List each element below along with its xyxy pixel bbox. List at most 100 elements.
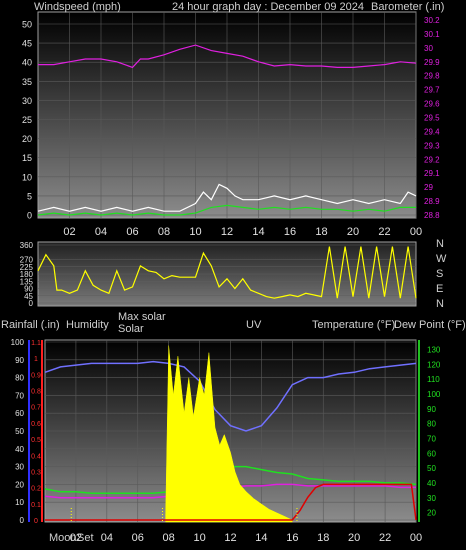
- rainfall-tick-label: 0.7: [31, 405, 41, 412]
- rainfall-tick-label: 0.1: [31, 502, 41, 509]
- temperature-axis-title: Temperature (°F): [312, 319, 395, 331]
- moonset-label: Set: [77, 532, 94, 544]
- compass-labels: N W S E N: [436, 238, 447, 310]
- barometer-axis-title: Barometer (.in): [371, 1, 444, 13]
- humidity-tick-label: 0: [20, 516, 25, 525]
- rainfall-tick-label: 1.1: [31, 340, 41, 347]
- wind-tick-label: 35: [22, 77, 32, 87]
- chart-title: 24 hour graph day : December 09 2024: [172, 1, 364, 13]
- barometer-tick-label: 29.2: [424, 155, 440, 164]
- barometer-tick-label: 30.2: [424, 16, 440, 25]
- rainfall-tick-label: 0: [34, 518, 38, 525]
- compass-label: W: [436, 253, 447, 265]
- compass-label: E: [436, 283, 443, 295]
- rainfall-tick-label: 0.4: [31, 453, 41, 460]
- barometer-tick-label: 29.7: [424, 86, 440, 95]
- x-tick-label: 20: [348, 532, 360, 544]
- wind-axis-title: Windspeed (mph): [34, 1, 121, 13]
- rainfall-tick-label: 0.5: [31, 437, 41, 444]
- wind-tick-label: 0: [27, 211, 32, 221]
- x-tick-label: 06: [126, 226, 138, 238]
- x-tick-label: 22: [378, 226, 390, 238]
- max-solar-label: Max solar: [118, 311, 166, 323]
- humidity-tick-label: 90: [15, 356, 24, 365]
- rainfall-tick-label: 0.9: [31, 372, 41, 379]
- x-tick-label: 00: [410, 226, 422, 238]
- uv-label: UV: [246, 319, 262, 331]
- wind-tick-label: 15: [22, 153, 32, 163]
- barometer-tick-label: 29: [424, 183, 433, 192]
- temperature-tick-label: 80: [427, 420, 436, 429]
- x-tick-label: 14: [252, 226, 264, 238]
- humidity-tick-label: 20: [15, 480, 24, 489]
- x-tick-label: 12: [221, 226, 233, 238]
- x-tick-label: 02: [63, 226, 75, 238]
- moon-label: Moon: [49, 532, 77, 544]
- temperature-tick-label: 110: [427, 375, 440, 384]
- compass-label: N: [436, 298, 444, 310]
- x-tick-label: 08: [158, 226, 170, 238]
- temperature-tick-label: 120: [427, 360, 441, 369]
- rainfall-axis-title: Rainfall (.in): [1, 319, 60, 331]
- barometer-tick-label: 29.8: [424, 72, 440, 81]
- x-tick-label: 08: [163, 532, 175, 544]
- x-tick-label: 16: [286, 532, 298, 544]
- rainfall-tick-label: 0.6: [31, 421, 41, 428]
- rainfall-tick-label: 0.2: [31, 486, 41, 493]
- temperature-tick-label: 30: [427, 494, 436, 503]
- wind-tick-label: 5: [27, 191, 32, 201]
- x-tick-label: 14: [255, 532, 267, 544]
- barometer-tick-label: 29.5: [424, 114, 440, 123]
- barometer-tick-label: 30: [424, 44, 433, 53]
- x-tick-label: 10: [193, 532, 205, 544]
- temperature-tick-label: 100: [427, 390, 441, 399]
- temperature-tick-label: 40: [427, 479, 436, 488]
- humidity-tick-label: 50: [15, 427, 24, 436]
- dewpoint-axis-title: Dew Point (°F): [394, 319, 466, 331]
- compass-label: N: [436, 238, 444, 250]
- temperature-tick-label: 60: [427, 449, 436, 458]
- temperature-tick-label: 130: [427, 345, 441, 354]
- barometer-tick-label: 29.9: [424, 58, 440, 67]
- temperature-tick-label: 90: [427, 405, 436, 414]
- humidity-tick-label: 40: [15, 445, 24, 454]
- weather-graph: Windspeed (mph) 24 hour graph day : Dece…: [1, 1, 466, 544]
- wind-tick-label: 50: [22, 20, 32, 30]
- x-tick-label: 22: [379, 532, 391, 544]
- humidity-tick-label: 60: [15, 409, 24, 418]
- humidity-tick-label: 10: [15, 498, 24, 507]
- x-tick-label: 06: [132, 532, 144, 544]
- x-tick-label: 04: [95, 226, 107, 238]
- temperature-tick-label: 70: [427, 434, 436, 443]
- wind-tick-label: 20: [22, 134, 32, 144]
- wind-tick-label: 25: [22, 115, 32, 125]
- x-tick-label: 18: [315, 226, 327, 238]
- x-tick-label: 20: [347, 226, 359, 238]
- wind-tick-label: 10: [22, 172, 32, 182]
- humidity-axis-title: Humidity: [66, 319, 109, 331]
- temperature-tick-label: 20: [427, 509, 436, 518]
- barometer-tick-label: 29.4: [424, 127, 440, 136]
- humidity-tick-label: 100: [11, 338, 25, 347]
- x-tick-label: 00: [410, 532, 422, 544]
- wind-tick-label: 30: [22, 96, 32, 106]
- direction-tick-label: 360: [20, 241, 34, 250]
- rainfall-tick-label: 0.8: [31, 389, 41, 396]
- rainfall-tick-label: 0.3: [31, 469, 41, 476]
- x-tick-label: 16: [284, 226, 296, 238]
- x-tick-label: 10: [189, 226, 201, 238]
- barometer-tick-label: 28.8: [424, 211, 440, 220]
- humidity-tick-label: 30: [15, 463, 24, 472]
- barometer-tick-label: 29.3: [424, 141, 440, 150]
- humidity-tick-label: 70: [15, 391, 24, 400]
- x-tick-label: 04: [101, 532, 113, 544]
- compass-label: S: [436, 268, 443, 280]
- barometer-tick-label: 30.1: [424, 30, 440, 39]
- x-tick-label: 12: [224, 532, 236, 544]
- direction-tick-label: 270: [20, 256, 34, 265]
- barometer-tick-label: 29.6: [424, 100, 440, 109]
- wind-tick-label: 40: [22, 58, 32, 68]
- humidity-tick-label: 80: [15, 374, 24, 383]
- wind-tick-label: 45: [22, 39, 32, 49]
- solar-label: Solar: [118, 323, 144, 335]
